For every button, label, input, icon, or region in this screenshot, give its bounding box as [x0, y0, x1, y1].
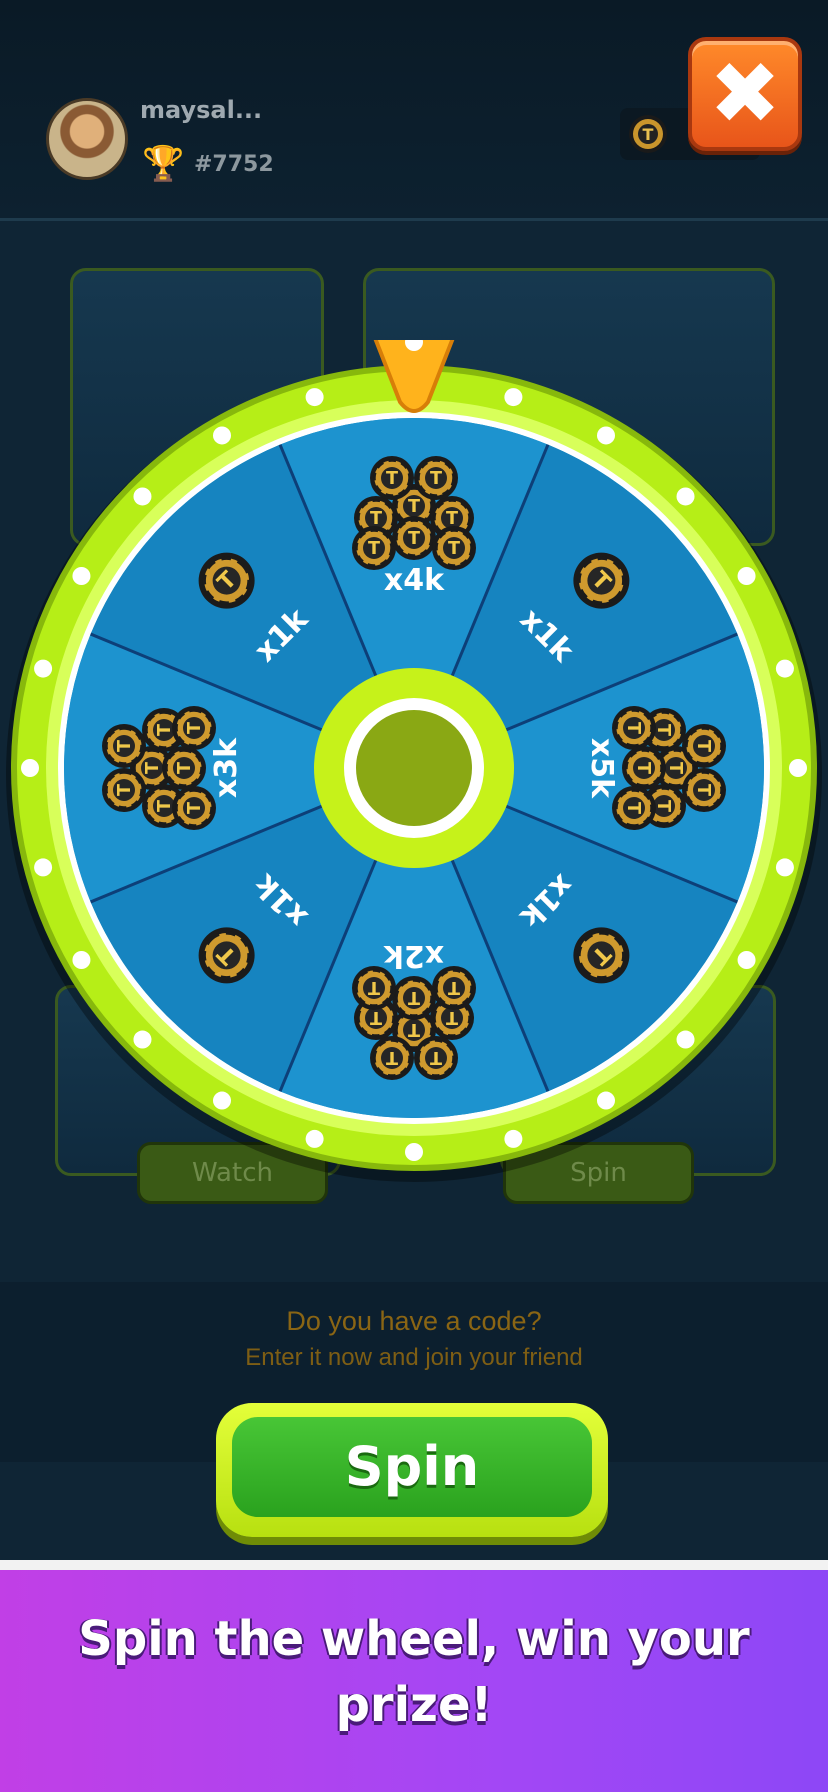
coin-pile-icon-letter: T [143, 762, 163, 774]
rim-light [21, 759, 39, 777]
coin-pile-icon-letter: T [368, 539, 380, 559]
coin-pile-icon-letter: T [115, 784, 135, 796]
coin-pile-icon-letter: T [386, 1047, 398, 1067]
rim-light [676, 1030, 695, 1049]
rim-light [597, 426, 615, 445]
spin-button-label: Spin [232, 1417, 592, 1517]
coin-pile-icon-letter: T [693, 740, 713, 752]
rim-light [133, 487, 152, 506]
segment-label: x5k [584, 738, 619, 799]
rim-light [213, 426, 231, 445]
spin-button[interactable]: Spin [216, 1403, 608, 1537]
prize-wheel[interactable]: x4kTTTT TT T Tx1kTx5kTTTTTTTTx1kTx2kTTTTTTT… [0, 340, 828, 1200]
divider [0, 1560, 828, 1570]
coin-pile-icon-letter: T [693, 784, 713, 796]
coin-pile-icon-letter: T [408, 497, 420, 517]
coin-pile-icon-letter: T [408, 987, 420, 1007]
username: maysal... [140, 96, 263, 124]
coin-pile-icon-letter: T [175, 762, 195, 774]
rim-light [305, 388, 324, 407]
rim-light [597, 1091, 615, 1110]
coin-pile-icon-letter: T [185, 802, 205, 814]
game-screen: maysal... 🏆 #7752 T ✖ Watch Spin Do you … [0, 0, 828, 1560]
coin-pile-icon-letter: T [633, 762, 653, 774]
promo-banner: Spin the wheel, win your prize! [0, 1570, 828, 1792]
rank-number: #7752 [194, 152, 274, 177]
rim-light [504, 388, 523, 407]
segment-label: x4k [384, 563, 445, 598]
rim-light [737, 567, 756, 585]
rim-light [504, 1129, 523, 1148]
coin-pile-icon-letter: T [408, 1019, 420, 1039]
rim-light [676, 487, 695, 506]
coin-pile-icon-letter: T [368, 977, 380, 997]
trophy-icon: 🏆 [142, 144, 185, 184]
banner-text: Spin the wheel, win your prize! [78, 1611, 750, 1733]
coin-pile-icon-letter: T [430, 469, 442, 489]
rim-light [775, 659, 794, 678]
rim-light [213, 1091, 231, 1110]
svg-text:T: T [643, 125, 654, 144]
code-question: Do you have a code? [286, 1306, 542, 1336]
coin-icon: T [629, 115, 667, 153]
rim-light [305, 1129, 324, 1148]
close-icon: ✖ [708, 44, 782, 144]
coin-pile-icon-letter: T [408, 529, 420, 549]
code-subtitle: Enter it now and join your friend [245, 1344, 583, 1371]
rim-light [133, 1030, 152, 1049]
coin-pile-icon-letter: T [115, 740, 135, 752]
coin-pile-icon-letter: T [448, 539, 460, 559]
segment-label: x3k [209, 737, 244, 798]
coin-pile-icon-letter: T [448, 977, 460, 997]
rim-light [775, 858, 794, 877]
coin-pile-icon-letter: T [623, 722, 643, 734]
rim-light [34, 659, 53, 678]
close-button[interactable]: ✖ [688, 37, 802, 151]
rim-light [72, 951, 91, 969]
rim-light [789, 759, 807, 777]
segment-label: x2k [383, 938, 444, 973]
coin-pile-icon-letter: T [185, 722, 205, 734]
hub-center[interactable] [356, 710, 472, 826]
coin-pile-icon-letter: T [665, 762, 685, 774]
coin-pile-icon-letter: T [623, 802, 643, 814]
coin-pile-icon-letter: T [386, 469, 398, 489]
rim-light [72, 567, 91, 585]
rim-light [405, 1143, 423, 1161]
avatar[interactable] [46, 98, 128, 180]
rim-light [34, 858, 53, 877]
coin-pile-icon-letter: T [430, 1047, 442, 1067]
rim-light [737, 951, 756, 969]
